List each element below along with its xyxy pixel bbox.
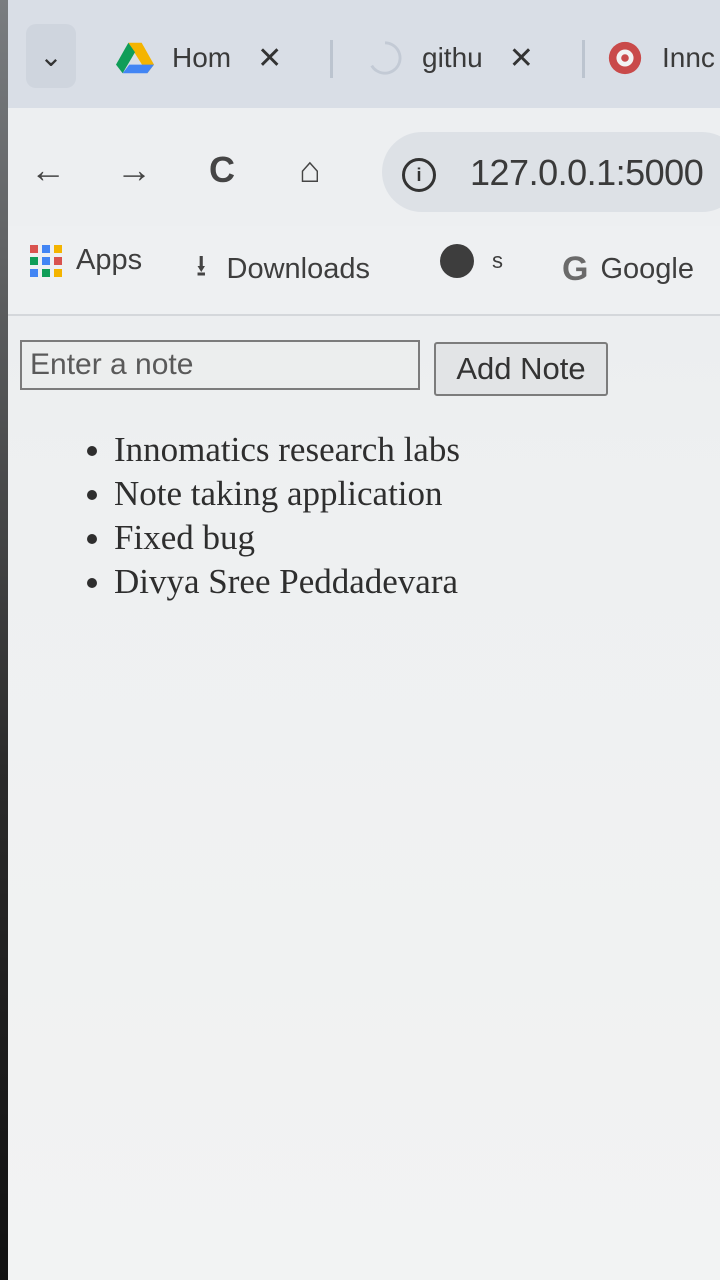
reload-icon: C [209,149,235,190]
list-item: Innomatics research labs [114,428,720,472]
bookmark-downloads[interactable]: ⭳ Downloads [196,244,370,295]
list-item: Fixed bug [114,516,720,560]
bookmark-apps[interactable]: Apps [30,244,142,277]
list-item: Note taking application [114,472,720,516]
reload-button[interactable]: C [200,148,244,192]
home-icon: ⌂ [299,149,321,190]
google-icon: G [562,250,589,288]
add-note-button[interactable]: Add Note [434,342,608,396]
tab-home[interactable]: Hom ✕ [116,30,282,86]
tab-divider [330,40,333,78]
bookmark-label: Google [600,253,694,285]
notes-list: Innomatics research labs Note taking app… [68,428,720,604]
close-icon[interactable]: ✕ [509,41,534,76]
tab-github[interactable]: githu ✕ [366,30,534,86]
tab-innomatics[interactable]: Innc [606,30,715,86]
home-button[interactable]: ⌂ [288,148,332,192]
innomatics-logo-icon [608,41,642,75]
bookmark-label: Apps [76,244,143,276]
tab-title: Innc [662,42,715,73]
close-icon[interactable]: ✕ [257,41,282,76]
loading-spinner-icon [370,41,402,75]
monitor-bezel [0,0,8,1280]
back-arrow-icon: ← [30,149,66,190]
url-text[interactable]: 127.0.0.1:5000 [470,152,704,194]
tab-title: Hom [172,42,232,73]
bookmark-s[interactable]: s [440,244,503,278]
note-input[interactable] [20,340,420,390]
browser-window: ⌄ Hom ✕ githu ✕ Innc ← → C ⌂ i 127.0.0.1… [0,0,720,1280]
tab-title: githu [422,42,483,73]
page-content: Add Note Innomatics research labs Note t… [8,316,720,1280]
back-button[interactable]: ← [26,148,70,192]
bookmark-google[interactable]: G Google [562,250,694,289]
chevron-down-icon: ⌄ [39,40,63,72]
apps-grid-icon [30,244,62,277]
forward-button[interactable]: → [112,148,156,192]
bookmark-label: s [492,248,503,273]
download-icon: ⭳ [196,250,207,283]
google-drive-icon [116,42,154,74]
bookmark-label: Downloads [226,253,370,285]
globe-icon [440,244,474,278]
tab-divider [582,40,585,78]
site-info-icon[interactable]: i [402,158,436,192]
tab-strip: ⌄ Hom ✕ githu ✕ Innc [8,0,720,108]
forward-arrow-icon: → [116,149,152,190]
list-item: Divya Sree Peddadevara [114,560,720,604]
tab-search-button[interactable]: ⌄ [26,24,76,88]
